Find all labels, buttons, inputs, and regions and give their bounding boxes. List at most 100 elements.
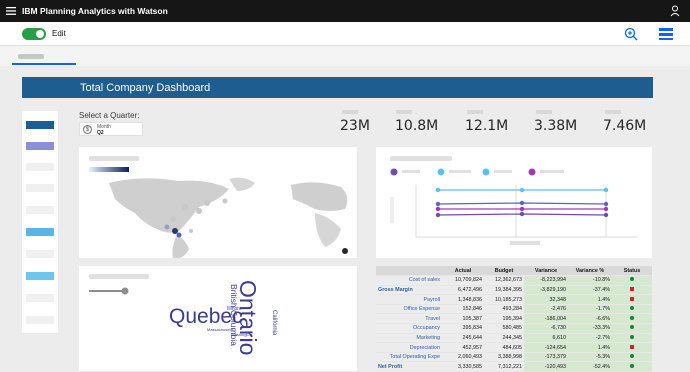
sidebar-item[interactable] — [26, 142, 54, 150]
actual-cell: 6,472,496 — [442, 285, 484, 296]
size-slider[interactable] — [87, 287, 131, 295]
status-red-icon — [630, 344, 634, 349]
column-header[interactable]: Actual — [442, 266, 484, 277]
status-green-icon — [630, 363, 634, 368]
row-label-cell: Total Operating Expe — [376, 352, 442, 363]
table-row[interactable]: Office Expense 152,846 493,284 -2,476 -1.7% — [376, 304, 652, 315]
variance-cell: -173,379 — [524, 352, 568, 363]
variance-pct-cell: -37.4% — [568, 285, 612, 296]
table-row[interactable]: Total Operating Expe 2,060,493 3,388,998 -1… — [376, 352, 652, 363]
actual-cell: 152,846 — [442, 304, 484, 315]
variance-pct-cell: -1.7% — [568, 304, 612, 315]
kpi-label-placeholder — [342, 110, 358, 114]
table-row[interactable]: Payroll 1,348,836 10,185,273 32,348 1.4% — [376, 294, 652, 305]
column-header[interactable]: Status — [612, 266, 652, 277]
actual-cell: 395,834 — [442, 323, 484, 334]
word-washington[interactable]: Washington — [231, 332, 252, 337]
word-massachusetts[interactable]: Massachusetts — [207, 327, 234, 332]
sidebar-item[interactable] — [26, 163, 54, 171]
table-row[interactable]: Marketing 245,644 244,345 6,610 -2.7% — [376, 333, 652, 344]
variance-pct-cell: 1.4% — [568, 342, 612, 353]
budget-cell: 484,605 — [484, 342, 524, 353]
column-header[interactable]: Variance % — [568, 266, 612, 277]
variance-cell: -8,223,994 — [524, 275, 568, 286]
status-cell — [612, 294, 652, 305]
row-label-cell: Gross Margin — [376, 285, 442, 296]
sidebar-item[interactable] — [26, 228, 54, 236]
sidebar-item[interactable] — [26, 316, 54, 324]
quarter-select[interactable]: $ Month Q2 — [79, 122, 143, 136]
row-label-cell: Office Expense — [376, 304, 442, 315]
toolbar: Edit — [0, 22, 690, 46]
variance-cell: 32,348 — [524, 294, 568, 305]
layers-icon[interactable] — [658, 26, 674, 42]
variance-cell: 6,610 — [524, 333, 568, 344]
table-row[interactable]: Net Profit 3,330,585 7,312,221 -120,493 -52.… — [376, 361, 652, 372]
status-cell — [612, 285, 652, 296]
column-header[interactable]: Budget — [484, 266, 524, 277]
sidebar-item[interactable] — [26, 206, 54, 214]
status-cell — [612, 342, 652, 353]
edit-toggle[interactable] — [22, 28, 46, 40]
variance-cell: -6,730 — [524, 323, 568, 334]
column-header[interactable]: Variance — [524, 266, 568, 277]
map-panel[interactable] — [79, 147, 357, 258]
status-green-icon — [630, 315, 634, 320]
sidebar-item[interactable] — [26, 184, 54, 192]
table-row[interactable]: Occupancy 395,834 580,485 -6,730 -33.3% — [376, 323, 652, 334]
tab-underline — [12, 63, 76, 65]
row-label-cell: Travel — [376, 313, 442, 325]
budget-cell: 3,388,998 — [484, 352, 524, 363]
calendar-icon: $ — [83, 125, 92, 134]
row-label-cell: Cost of sales — [376, 275, 442, 286]
table-row[interactable]: Travel 105,387 195,394 -186,004 -6.6% — [376, 313, 652, 325]
variance-pct-cell: -5.3% — [568, 352, 612, 363]
sidebar-item[interactable] — [26, 294, 54, 302]
budget-cell: 10,185,273 — [484, 294, 524, 305]
top-bar: IBM Planning Analytics with Watson — [0, 0, 690, 22]
status-green-icon — [630, 277, 634, 282]
table-row[interactable]: Cost of sales 10,709,824 12,362,673 -8,223,… — [376, 275, 652, 286]
variance-cell: -120,493 — [524, 361, 568, 372]
word-illinois[interactable]: Illinois — [227, 306, 241, 312]
zoom-in-icon[interactable] — [624, 27, 638, 41]
row-label-cell: Marketing — [376, 333, 442, 344]
tab-strip — [0, 46, 690, 66]
row-label-cell: Depreciation — [376, 342, 442, 353]
variance-pct-cell: -6.6% — [568, 313, 612, 325]
dashboard-banner: Total Company Dashboard — [22, 77, 653, 98]
quarter-filter-label: Select a Quarter: — [79, 111, 140, 120]
hamburger-icon[interactable] — [0, 0, 22, 22]
edit-label: Edit — [52, 29, 66, 38]
budget-cell: 7,312,221 — [484, 361, 524, 372]
sidebar-item[interactable] — [26, 272, 54, 280]
map-title-placeholder — [89, 156, 139, 161]
word-cloud-panel[interactable]: Quebec Ontario British Columbia Californ… — [79, 266, 357, 371]
kpi-value: 10.8M — [395, 118, 439, 134]
user-icon[interactable] — [670, 5, 680, 17]
status-red-icon — [630, 286, 634, 291]
row-label-cell: Payroll — [376, 294, 442, 305]
sidebar-item[interactable] — [26, 121, 54, 129]
status-green-icon — [630, 334, 634, 339]
word-cloud-title-placeholder — [89, 274, 149, 279]
budget-cell: 12,362,673 — [484, 275, 524, 286]
status-cell — [612, 352, 652, 363]
month-selected-value: Q2 — [97, 130, 104, 136]
dashboard-title: Total Company Dashboard — [80, 82, 211, 94]
table-row[interactable]: Depreciation 452,957 484,605 -124,654 1.4% — [376, 342, 652, 353]
status-cell — [612, 361, 652, 372]
table-row[interactable]: Gross Margin 6,472,496 19,384,395 -3,829,19… — [376, 285, 652, 296]
status-cell — [612, 313, 652, 325]
word-california[interactable]: California — [271, 310, 277, 335]
financial-table: Actual Budget Variance Variance % Status… — [376, 266, 652, 372]
tab-active[interactable] — [18, 54, 44, 59]
table-header-row: Actual Budget Variance Variance % Status — [376, 266, 652, 277]
sidebar-item[interactable] — [26, 250, 54, 258]
line-chart[interactable] — [376, 147, 652, 258]
actual-cell: 3,330,585 — [442, 361, 484, 372]
line-chart-panel[interactable] — [376, 147, 652, 258]
actual-cell: 105,387 — [442, 313, 484, 325]
world-map[interactable] — [79, 173, 357, 258]
kpi-label-placeholder — [467, 110, 483, 114]
